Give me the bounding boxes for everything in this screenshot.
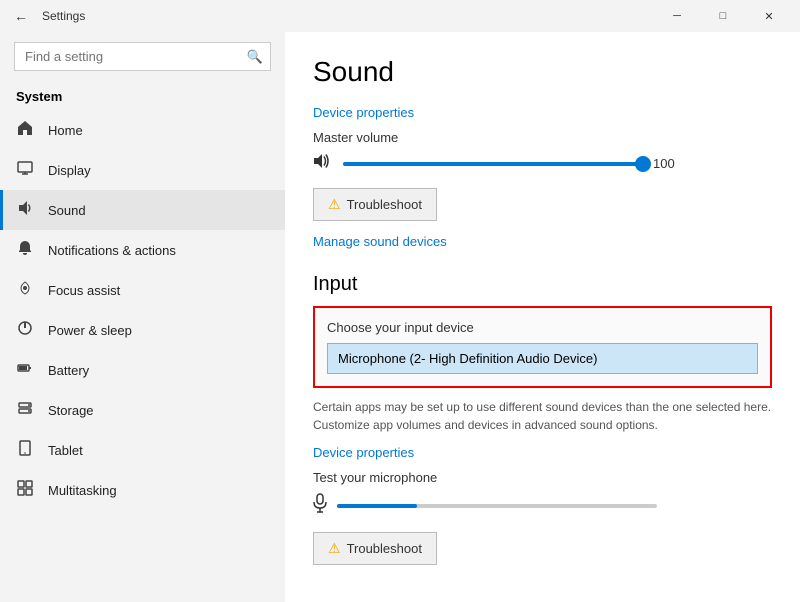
app-body: 🔍 System Home Display Sound Notific — [0, 32, 800, 602]
sidebar-item-label-focus: Focus assist — [48, 283, 269, 298]
sidebar-item-notifications[interactable]: Notifications & actions — [0, 230, 285, 270]
troubleshoot-button-1[interactable]: ⚠ Troubleshoot — [313, 188, 437, 221]
volume-row: 100 — [313, 153, 772, 174]
storage-icon — [16, 400, 34, 420]
input-device-box: Choose your input device Microphone (2- … — [313, 306, 772, 388]
search-input[interactable] — [14, 42, 271, 71]
troubleshoot-button-2[interactable]: ⚠ Troubleshoot — [313, 532, 437, 565]
warning-icon-2: ⚠ — [328, 540, 341, 557]
troubleshoot-label-1: Troubleshoot — [347, 197, 422, 212]
system-section-label: System — [0, 81, 285, 110]
close-button[interactable]: ✕ — [746, 0, 792, 32]
manage-sound-devices-link[interactable]: Manage sound devices — [313, 234, 447, 249]
sidebar-item-label-power: Power & sleep — [48, 323, 269, 338]
volume-slider-fill — [343, 162, 643, 166]
info-text: Certain apps may be set up to use differ… — [313, 398, 772, 434]
maximize-button[interactable]: □ — [700, 0, 746, 32]
title-bar-title: Settings — [42, 9, 654, 23]
warning-icon-1: ⚠ — [328, 196, 341, 213]
focus-icon — [16, 280, 34, 300]
mic-level-bar — [337, 504, 657, 508]
sidebar: 🔍 System Home Display Sound Notific — [0, 32, 285, 602]
title-bar: ← Settings ─ □ ✕ — [0, 0, 800, 32]
sidebar-item-multitasking[interactable]: Multitasking — [0, 470, 285, 510]
volume-icon — [313, 153, 333, 174]
device-properties-link-1[interactable]: Device properties — [313, 105, 414, 120]
home-icon — [16, 120, 34, 140]
battery-icon — [16, 360, 34, 380]
back-button[interactable]: ← — [8, 6, 34, 26]
display-icon — [16, 160, 34, 180]
multitasking-icon — [16, 480, 34, 500]
mic-test-row — [313, 493, 772, 518]
master-volume-label: Master volume — [313, 130, 772, 145]
volume-slider-thumb — [635, 156, 651, 172]
page-title: Sound — [313, 56, 772, 88]
sidebar-item-focus[interactable]: Focus assist — [0, 270, 285, 310]
sidebar-item-power[interactable]: Power & sleep — [0, 310, 285, 350]
sidebar-item-tablet[interactable]: Tablet — [0, 430, 285, 470]
sidebar-item-label-storage: Storage — [48, 403, 269, 418]
test-mic-label: Test your microphone — [313, 470, 772, 485]
sidebar-item-label-display: Display — [48, 163, 269, 178]
notifications-icon — [16, 240, 34, 260]
minimize-button[interactable]: ─ — [654, 0, 700, 32]
sidebar-item-label-tablet: Tablet — [48, 443, 269, 458]
sidebar-item-storage[interactable]: Storage — [0, 390, 285, 430]
microphone-icon — [313, 493, 327, 518]
search-container: 🔍 — [14, 42, 271, 71]
input-device-select[interactable]: Microphone (2- High Definition Audio Dev… — [327, 343, 758, 374]
window-controls: ─ □ ✕ — [654, 0, 792, 32]
sidebar-item-label-multitasking: Multitasking — [48, 483, 269, 498]
sidebar-item-label-battery: Battery — [48, 363, 269, 378]
tablet-icon — [16, 440, 34, 460]
mic-level-fill — [337, 504, 417, 508]
input-section-title: Input — [313, 273, 772, 296]
search-icon: 🔍 — [247, 49, 263, 65]
sidebar-item-label-home: Home — [48, 123, 269, 138]
volume-value: 100 — [653, 156, 683, 171]
device-properties-link-2[interactable]: Device properties — [313, 445, 414, 460]
sidebar-item-sound[interactable]: Sound — [0, 190, 285, 230]
sidebar-item-home[interactable]: Home — [0, 110, 285, 150]
sidebar-item-battery[interactable]: Battery — [0, 350, 285, 390]
power-icon — [16, 320, 34, 340]
sound-icon — [16, 200, 34, 220]
troubleshoot-label-2: Troubleshoot — [347, 541, 422, 556]
volume-slider[interactable] — [343, 162, 643, 166]
content-area: Sound Device properties Master volume 10… — [285, 32, 800, 602]
sidebar-item-label-notifications: Notifications & actions — [48, 243, 269, 258]
choose-input-label: Choose your input device — [327, 320, 758, 335]
sidebar-item-label-sound: Sound — [48, 203, 269, 218]
sidebar-item-display[interactable]: Display — [0, 150, 285, 190]
